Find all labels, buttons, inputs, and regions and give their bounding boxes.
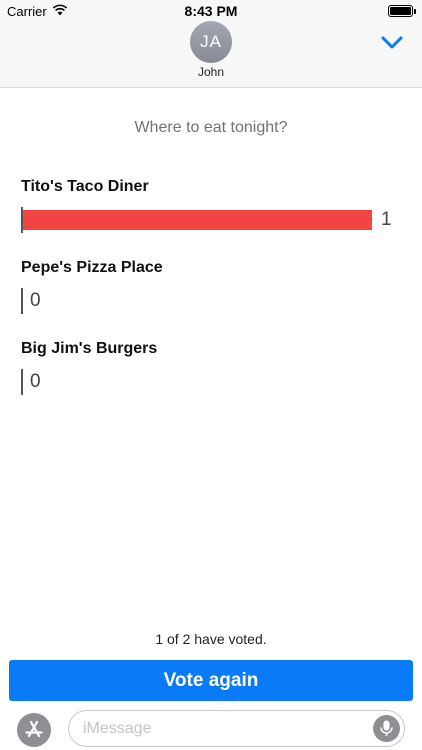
app-store-icon [25, 720, 43, 738]
message-input-bar [0, 703, 422, 750]
message-field[interactable] [68, 710, 405, 747]
vote-count: 0 [30, 290, 41, 311]
bar-axis [21, 369, 23, 395]
app-store-button[interactable] [17, 713, 51, 747]
vote-count: 1 [381, 209, 392, 230]
vote-count: 0 [30, 371, 41, 392]
option-label: Pepe's Pizza Place [21, 259, 163, 276]
battery-tip [414, 9, 416, 14]
status-bar: Carrier 8:43 PM [0, 0, 422, 22]
message-input[interactable] [83, 711, 363, 746]
chevron-down-icon[interactable] [380, 33, 404, 51]
contact-name[interactable]: John [0, 65, 422, 79]
option-label: Big Jim's Burgers [21, 340, 158, 357]
option-label: Tito's Taco Diner [21, 178, 149, 195]
poll-question: Where to eat tonight? [134, 119, 288, 136]
microphone-button[interactable] [373, 715, 400, 742]
battery-icon [388, 5, 413, 17]
clock: 8:43 PM [184, 3, 238, 19]
vote-bar [23, 210, 372, 230]
voted-status: 1 of 2 have voted. [155, 631, 267, 647]
bar-axis [21, 288, 23, 314]
vote-again-button[interactable]: Vote again [9, 660, 413, 701]
microphone-icon [380, 720, 393, 736]
avatar[interactable]: JA [190, 21, 232, 63]
